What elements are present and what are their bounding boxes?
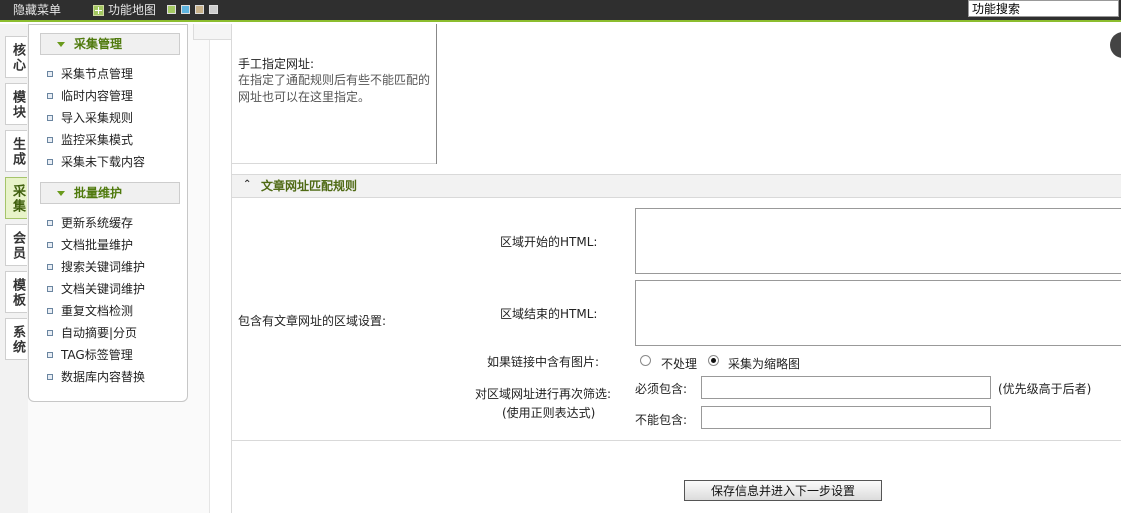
bullet-icon [47,159,53,165]
tab-generate[interactable]: 生成 [5,130,27,172]
skin-swatch-brown[interactable] [195,5,204,14]
manual-url-help: 在指定了通配规则后有些不能匹配的网址也可以在这里指定。 [238,73,431,104]
menu-section-batch-maintenance[interactable]: 批量维护 [40,182,180,204]
top-bar: 隐藏菜单 功能地图 [0,0,1121,404]
bullet-icon [47,242,53,248]
refilter-sub-label: (使用正则表达式) [502,406,596,420]
radio-no-process-label: 不处理 [661,357,698,371]
region-end-label: 区域结束的HTML: [500,307,598,321]
menu-section-collect-management[interactable]: 采集管理 [40,33,180,55]
tab-collect[interactable]: 采集 [5,177,27,219]
menu-item-label: 重复文档检测 [61,304,134,318]
function-search-input[interactable] [968,0,1119,17]
menu-item-import-rules[interactable]: 导入采集规则 [47,111,133,125]
bullet-icon [47,220,53,226]
skin-swatch-green[interactable] [167,5,176,14]
chevron-down-icon [57,42,65,47]
tab-core[interactable]: 核心 [5,36,27,78]
region-start-label: 区域开始的HTML: [500,235,598,249]
bullet-icon [47,352,53,358]
manual-url-textarea[interactable] [436,24,1121,164]
bullet-icon [47,286,53,292]
menu-item-tag-management[interactable]: TAG标签管理 [47,348,133,362]
must-include-label: 必须包含: [635,382,688,396]
must-include-input[interactable] [701,376,991,399]
region-end-textarea[interactable] [635,280,1121,346]
menu-item-monitor-mode[interactable]: 监控采集模式 [47,133,133,147]
tab-modules[interactable]: 模块 [5,83,27,125]
bullet-icon [47,264,53,270]
menu-item-label: 采集未下载内容 [61,155,146,169]
menu-item-label: 文档关键词维护 [61,282,146,296]
manual-url-title: 手工指定网址: [238,57,315,71]
menu-item-label: 临时内容管理 [61,89,134,103]
left-tab-strip: 核心 模块 生成 采集 会员 模板 系统 [0,24,28,513]
chevron-down-icon [57,191,65,196]
site-map-button[interactable]: 功能地图 [93,2,156,18]
menu-item-label: 监控采集模式 [61,133,134,147]
chevron-up-icon: ⌃ [243,179,252,190]
radio-thumbnail-label: 采集为缩略图 [728,357,801,371]
menu-section-title: 批量维护 [74,186,123,200]
tab-members[interactable]: 会员 [5,224,27,266]
bullet-icon [47,93,53,99]
save-and-next-button[interactable]: 保存信息并进入下一步设置 [684,480,882,501]
menu-item-label: 采集节点管理 [61,67,134,81]
skin-swatch-blue[interactable] [181,5,190,14]
form-divider [232,440,1121,441]
menu-item-label: 数据库内容替换 [61,370,146,384]
region-start-textarea[interactable] [635,208,1121,274]
cannot-include-label: 不能包含: [635,413,688,427]
hide-menu-button[interactable]: 隐藏菜单 [13,2,201,404]
bullet-icon [47,330,53,336]
refilter-label: 对区域网址进行再次筛选: [475,387,612,401]
menu-item-auto-summary[interactable]: 自动摘要|分页 [47,326,137,340]
bullet-icon [47,308,53,314]
menu-item-label: 搜索关键词维护 [61,260,146,274]
menu-item-label: 导入采集规则 [61,111,134,125]
menu-item-label: 更新系统缓存 [61,216,134,230]
article-url-rules-header[interactable]: ⌃ 文章网址匹配规则 [232,174,1121,198]
menu-item-temp-content[interactable]: 临时内容管理 [47,89,133,103]
menu-section-title: 采集管理 [74,37,123,51]
menu-item-doc-keywords[interactable]: 文档关键词维护 [47,282,145,296]
menu-item-db-replace[interactable]: 数据库内容替换 [47,370,145,384]
tab-templates[interactable]: 模板 [5,271,27,313]
skin-swatch-gray[interactable] [209,5,218,14]
tab-system[interactable]: 系统 [5,318,27,360]
radio-no-process[interactable] [640,355,651,366]
priority-note: (优先级高于后者) [998,382,1092,396]
menu-item-search-keywords[interactable]: 搜索关键词维护 [47,260,145,274]
image-link-label: 如果链接中含有图片: [487,355,600,369]
sidebar-menu: 采集管理 采集节点管理 临时内容管理 导入采集规则 监控采集模式 采集未下载内容… [28,24,188,402]
radio-thumbnail[interactable] [708,355,719,366]
menu-item-label: 文档批量维护 [61,238,134,252]
bullet-icon [47,137,53,143]
cannot-include-input[interactable] [701,406,991,429]
region-settings-label: 包含有文章网址的区域设置: [238,314,387,328]
menu-item-label: TAG标签管理 [61,348,133,362]
menu-item-undownloaded[interactable]: 采集未下载内容 [47,155,145,169]
menu-item-label: 自动摘要|分页 [61,326,138,340]
menu-item-update-cache[interactable]: 更新系统缓存 [47,216,133,230]
menu-item-node-management[interactable]: 采集节点管理 [47,67,133,81]
menu-item-duplicate-check[interactable]: 重复文档检测 [47,304,133,318]
bullet-icon [47,71,53,77]
hide-menu-label: 隐藏菜单 [13,3,62,17]
bullet-icon [47,115,53,121]
main-content: 手工指定网址: 在指定了通配规则后有些不能匹配的网址也可以在这里指定。 ⌃ 文章… [231,24,1121,513]
bullet-icon [47,374,53,380]
grid-icon [93,4,104,16]
site-map-label: 功能地图 [108,3,157,17]
section-title: 文章网址匹配规则 [261,179,358,193]
menu-item-batch-docs[interactable]: 文档批量维护 [47,238,133,252]
manual-url-row: 手工指定网址: 在指定了通配规则后有些不能匹配的网址也可以在这里指定。 [232,24,1121,164]
